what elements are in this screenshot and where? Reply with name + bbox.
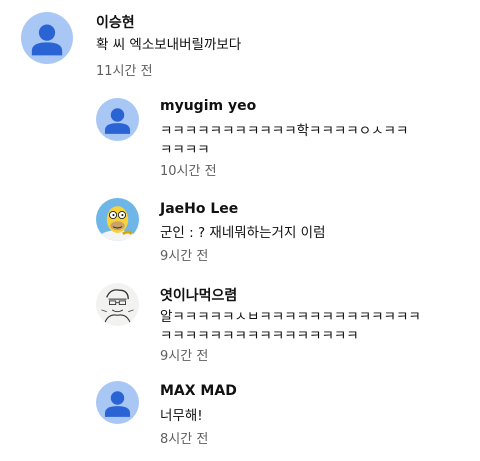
- comment-text: 군인 : ? 재네뭐하는거지 이럼: [160, 224, 326, 243]
- comment-timestamp[interactable]: 9시간 전: [160, 345, 208, 364]
- avatar[interactable]: [96, 381, 139, 424]
- comment-timestamp[interactable]: 10시간 전: [160, 160, 217, 179]
- comment-text: 확 씨 엑소보내버릴까보다: [96, 36, 241, 55]
- comment-text-line: ㅋㅋㅋㅋ: [160, 142, 210, 158]
- comment-text: 알ㅋㅋㅋㅋㅋㅅㅂㅋㅋㅋㅋㅋㅋㅋㅋㅋㅋㅋㅋㅋ ㅋㅋㅋㅋㅋㅋㅋㅋㅋㅋㅋㅋㅋㅋㅋㅋ: [160, 308, 421, 346]
- comment-timestamp[interactable]: 8시간 전: [160, 428, 208, 447]
- comment-author[interactable]: JaeHo Lee: [160, 201, 238, 217]
- comment-text-line: 알ㅋㅋㅋㅋㅋㅅㅂㅋㅋㅋㅋㅋㅋㅋㅋㅋㅋㅋㅋㅋ: [160, 309, 421, 325]
- reply-item: JaeHo Lee 군인 : ? 재네뭐하는거지 이럼 9시간 전: [0, 190, 480, 275]
- sketch-drawing-avatar-icon: [96, 283, 139, 326]
- comment-text: 너무해!: [160, 407, 203, 426]
- comment-timestamp[interactable]: 11시간 전: [96, 60, 153, 79]
- reply-item: myugim yeo ㅋㅋㅋㅋㅋㅋㅋㅋㅋㅋㅋ학ㅋㅋㅋㅋㅇㅅㅋㅋ ㅋㅋㅋㅋ 10시…: [0, 90, 480, 185]
- comment-text-line: ㅋㅋㅋㅋㅋㅋㅋㅋㅋㅋㅋ학ㅋㅋㅋㅋㅇㅅㅋㅋ: [160, 123, 409, 139]
- comment-author[interactable]: 이승현: [96, 12, 135, 32]
- avatar[interactable]: [96, 98, 139, 141]
- avatar[interactable]: [96, 283, 139, 326]
- comment-text-line: 군인 : ? 재네뭐하는거지 이럼: [160, 225, 326, 241]
- comment-text-line: ㅋㅋㅋㅋㅋㅋㅋㅋㅋㅋㅋㅋㅋㅋㅋㅋ: [160, 328, 359, 344]
- default-profile-icon: [96, 98, 139, 141]
- comment-author[interactable]: myugim yeo: [160, 98, 256, 114]
- default-profile-icon: [21, 12, 73, 64]
- comment-text-line: 확 씨 엑소보내버릴까보다: [96, 37, 242, 53]
- cartoon-character-avatar-icon: [96, 198, 139, 241]
- reply-item: MAX MAD 너무해! 8시간 전: [0, 375, 480, 461]
- comment-author[interactable]: MAX MAD: [160, 383, 237, 399]
- comment-top: 이승현 확 씨 엑소보내버릴까보다 11시간 전: [0, 0, 480, 82]
- avatar[interactable]: [21, 12, 73, 64]
- comment-author[interactable]: 엿이나먹으렴: [160, 285, 237, 305]
- comment-timestamp[interactable]: 9시간 전: [160, 245, 208, 264]
- avatar[interactable]: [96, 198, 139, 241]
- comment-text-line: 너무해!: [160, 408, 203, 424]
- reply-item: 엿이나먹으렴 알ㅋㅋㅋㅋㅋㅅㅂㅋㅋㅋㅋㅋㅋㅋㅋㅋㅋㅋㅋㅋ ㅋㅋㅋㅋㅋㅋㅋㅋㅋㅋㅋ…: [0, 277, 480, 372]
- default-profile-icon: [96, 381, 139, 424]
- comment-text: ㅋㅋㅋㅋㅋㅋㅋㅋㅋㅋㅋ학ㅋㅋㅋㅋㅇㅅㅋㅋ ㅋㅋㅋㅋ: [160, 122, 408, 160]
